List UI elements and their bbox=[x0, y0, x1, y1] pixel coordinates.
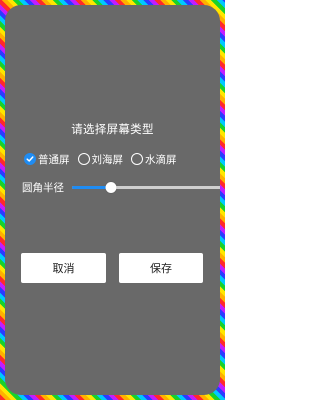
radio-label: 刘海屏 bbox=[91, 153, 124, 166]
radio-button[interactable] bbox=[77, 153, 90, 165]
radio-button[interactable] bbox=[131, 153, 143, 165]
save-button[interactable]: 保存 bbox=[119, 253, 203, 283]
radio-button[interactable] bbox=[24, 153, 36, 165]
settings-panel: 请选择屏幕类型 普通屏 刘海屏 水滴屏 圆角半径 取消 保存 bbox=[5, 5, 220, 395]
slider-thumb[interactable] bbox=[105, 182, 116, 193]
checkmark-icon bbox=[26, 156, 34, 162]
corner-radius-label: 圆角半径 bbox=[22, 182, 64, 194]
cancel-button[interactable]: 取消 bbox=[21, 253, 106, 283]
corner-radius-slider[interactable] bbox=[72, 181, 220, 193]
radio-option-normal[interactable]: 普通屏 bbox=[24, 152, 70, 167]
screen-type-radio-group: 普通屏 刘海屏 水滴屏 bbox=[24, 148, 185, 170]
dialog-title: 请选择屏幕类型 bbox=[71, 122, 154, 136]
radio-label: 水滴屏 bbox=[145, 153, 177, 166]
radio-option-notch[interactable]: 刘海屏 bbox=[77, 152, 124, 167]
radio-option-waterdrop[interactable]: 水滴屏 bbox=[131, 152, 177, 167]
radio-label: 普通屏 bbox=[38, 153, 70, 166]
